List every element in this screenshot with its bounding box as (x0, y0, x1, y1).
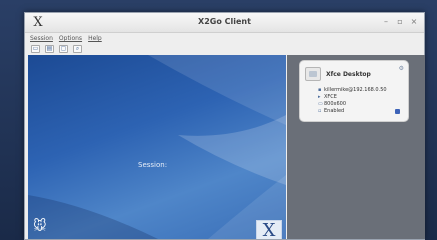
session-card[interactable]: Xfce Desktop ⚙ ▪ killermike@192.168.0.50… (299, 60, 409, 122)
x2go-logo: X (256, 220, 282, 239)
server-row: ▪ killermike@192.168.0.50 (318, 87, 387, 93)
new-session-icon[interactable]: ▭ (31, 45, 40, 53)
sessions-list-panel: Xfce Desktop ⚙ ▪ killermike@192.168.0.50… (287, 55, 425, 239)
type-icon: ▸ (318, 94, 321, 100)
session-resolution: 800x600 (324, 101, 347, 107)
type-row: ▸ XFCE (318, 94, 337, 100)
session-status: Enabled (324, 108, 345, 114)
window-controls: – ▫ × (382, 17, 418, 27)
server-icon: ▪ (318, 87, 322, 93)
menu-options[interactable]: Options (59, 33, 82, 44)
status-icon: ▫ (318, 108, 322, 114)
session-label: Session: (138, 161, 168, 169)
menu-session[interactable]: Session (30, 33, 53, 44)
maximize-button[interactable]: ▫ (396, 17, 404, 27)
desktop-session-icon (305, 67, 321, 81)
menu-bar: Session Options Help (25, 33, 424, 44)
session-type: XFCE (324, 94, 337, 100)
session-login-panel: Session: 🐭 X (28, 55, 286, 239)
xfce-mouse-icon: 🐭 (33, 219, 47, 234)
session-settings-icon[interactable]: ⚙ (399, 65, 404, 72)
x2go-window: X X2Go Client – ▫ × Session Options Help… (24, 12, 425, 240)
resolution-row: ▭ 800x600 (318, 101, 346, 107)
window-title: X2Go Client (198, 17, 251, 26)
title-bar[interactable]: X X2Go Client – ▫ × (25, 13, 424, 33)
session-management-icon[interactable]: ▤ (45, 45, 54, 53)
edit-session-icon[interactable] (395, 109, 400, 114)
status-row: ▫ Enabled (318, 108, 344, 114)
settings-icon[interactable]: ▢ (59, 45, 68, 53)
toolbar: ▭ ▤ ▢ ⌕ (31, 44, 82, 54)
session-name: Xfce Desktop (326, 71, 371, 78)
menu-help[interactable]: Help (88, 33, 102, 44)
minimize-button[interactable]: – (382, 17, 390, 27)
session-server: killermike@192.168.0.50 (324, 87, 387, 93)
panel-swoosh-graphic (28, 55, 286, 239)
close-button[interactable]: × (410, 17, 418, 27)
search-icon[interactable]: ⌕ (73, 45, 82, 53)
resolution-icon: ▭ (318, 101, 323, 107)
